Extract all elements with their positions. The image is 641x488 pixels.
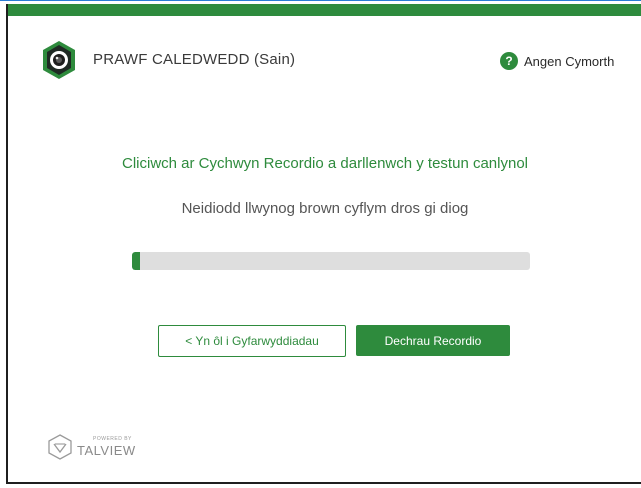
back-to-instructions-button[interactable]: < Yn ôl i Gyfarwyddiadau — [158, 325, 346, 357]
webcam-icon — [43, 41, 75, 79]
question-icon: ? — [500, 52, 518, 70]
top-edge-line — [0, 0, 641, 1]
start-recording-button[interactable]: Dechrau Recordio — [356, 325, 510, 356]
brand-name: TALVIEW — [77, 443, 136, 458]
page: PRAWF CALEDWEDD (Sain) ? Angen Cymorth C… — [0, 0, 641, 488]
hardware-test-dialog: PRAWF CALEDWEDD (Sain) ? Angen Cymorth C… — [6, 4, 641, 484]
help-label[interactable]: Angen Cymorth — [524, 54, 614, 69]
help-link[interactable]: ? Angen Cymorth — [500, 52, 614, 70]
powered-by-label: POWERED BY — [93, 436, 132, 442]
talview-logo-icon — [48, 434, 72, 460]
audio-level-meter — [132, 252, 530, 270]
instruction-text: Cliciwch ar Cychwyn Recordio a darllenwc… — [121, 155, 528, 172]
header-accent-bar — [8, 4, 641, 16]
page-title: PRAWF CALEDWEDD (Sain) — [93, 51, 296, 68]
audio-level-fill — [132, 252, 140, 270]
powered-by-talview: POWERED BY TALVIEW — [46, 433, 136, 461]
read-aloud-text: Neidiodd llwynog brown cyflym dros gi di… — [181, 200, 469, 217]
